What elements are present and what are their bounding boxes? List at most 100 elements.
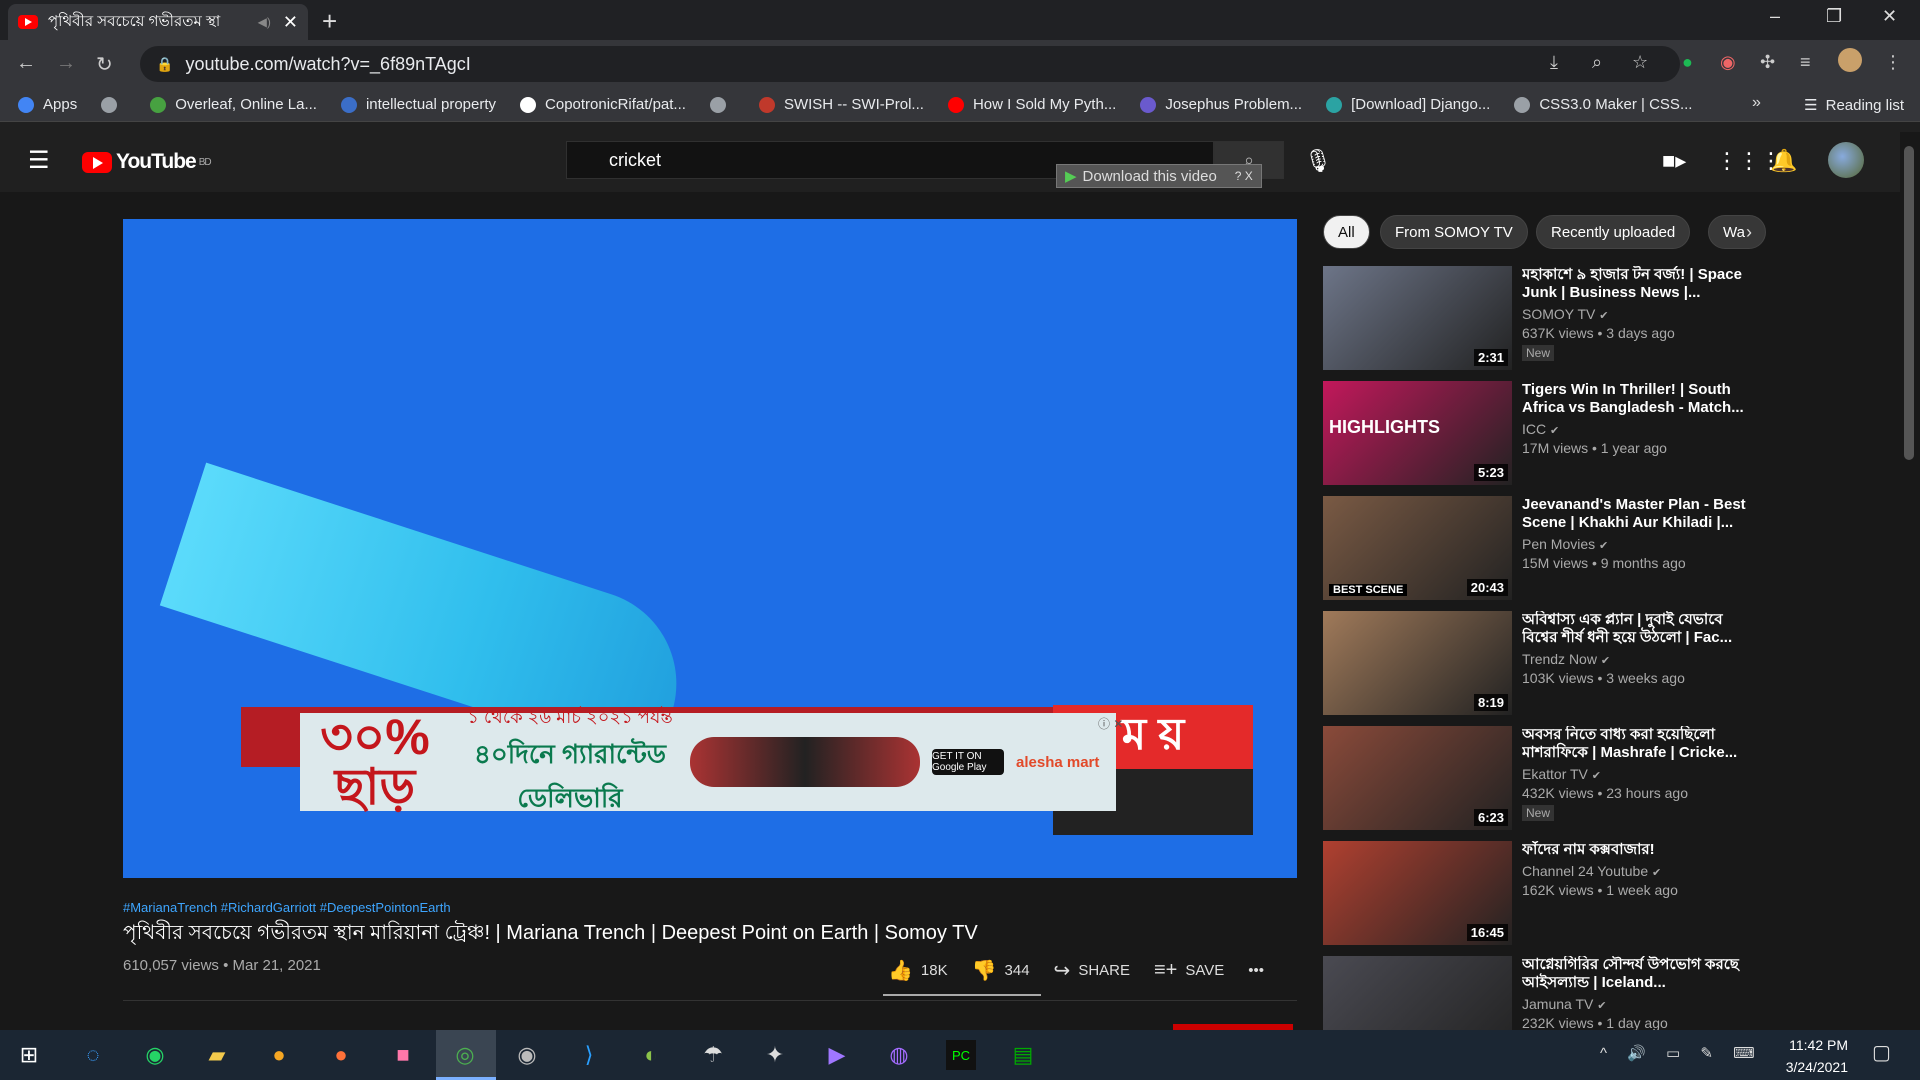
recommended-channel[interactable]: Jamuna TV ✔ xyxy=(1522,996,1752,1012)
profile-avatar[interactable] xyxy=(1838,48,1862,72)
microphone-icon[interactable]: 🎙 xyxy=(1304,148,1332,174)
chrome-icon[interactable]: ◎ xyxy=(450,1040,480,1070)
bookmark-item[interactable]: [Download] Django... xyxy=(1326,96,1490,113)
grammarly-extension-icon[interactable]: ● xyxy=(1682,52,1693,73)
recommended-title[interactable]: ফাঁদের নাম কক্সবাজার! xyxy=(1522,841,1752,859)
share-button[interactable]: ↪ SHARE xyxy=(1054,958,1130,983)
recommended-channel[interactable]: SOMOY TV ✔ xyxy=(1522,306,1752,322)
bookmark-item[interactable]: Josephus Problem... xyxy=(1140,96,1302,113)
bookmark-item[interactable] xyxy=(709,96,735,113)
filter-chip[interactable]: All xyxy=(1323,215,1370,249)
pycharm-icon[interactable]: PC xyxy=(946,1040,976,1070)
create-video-icon[interactable]: ■▸ xyxy=(1662,148,1686,174)
recommended-title[interactable]: অবসর নিতে বাধ্য করা হয়েছিলো মাশরাফিকে |… xyxy=(1522,726,1752,762)
video-thumbnail[interactable]: 16:45 xyxy=(1323,841,1512,945)
app-icon[interactable]: ✦ xyxy=(760,1040,790,1070)
bookmark-item[interactable]: How I Sold My Pyth... xyxy=(947,96,1116,113)
recommended-title[interactable]: মহাকাশে ৯ হাজার টন বর্জ্য! | Space Junk … xyxy=(1522,266,1752,302)
recommended-title[interactable]: অবিশ্বাস্য এক প্ল্যান | দুবাই যেভাবে বিশ… xyxy=(1522,611,1752,647)
filter-chip[interactable]: Recently uploaded xyxy=(1536,215,1691,249)
install-icon[interactable]: ⤓ xyxy=(1550,52,1558,73)
back-icon[interactable]: ← xyxy=(16,52,36,75)
video-thumbnail[interactable]: 2:31 xyxy=(1323,266,1512,370)
tab-close-button[interactable]: ✕ xyxy=(283,12,298,33)
video-player[interactable]: ম য় ৩০% ছাড় ১ থেকে ২৬ মার্চ ২০২১ পর্যন… xyxy=(123,219,1297,878)
video-thumbnail[interactable]: BEST SCENE 20:43 xyxy=(1323,496,1512,600)
download-helper-controls[interactable]: ? X xyxy=(1235,169,1253,183)
app-icon[interactable]: ■ xyxy=(388,1040,418,1070)
app-icon[interactable]: ◐ xyxy=(636,1040,666,1070)
new-tab-button[interactable]: + xyxy=(322,6,337,37)
youtube-logo[interactable]: YouTube BD xyxy=(82,150,212,174)
recommended-video[interactable]: BEST SCENE 20:43 Jeevanand's Master Plan -… xyxy=(1323,496,1763,600)
bookmark-item[interactable] xyxy=(101,96,126,113)
visual-studio-icon[interactable]: ▶ xyxy=(822,1040,852,1070)
bookmark-item[interactable]: SWISH -- SWI-Prol... xyxy=(758,96,924,113)
system-tray[interactable]: ^ 🔊 ▭ ✎ ⌨ xyxy=(1600,1044,1763,1062)
recommended-channel[interactable]: Ekattor TV ✔ xyxy=(1522,766,1752,782)
notification-center-icon[interactable]: ▢ xyxy=(1872,1040,1891,1065)
bookmark-star-icon[interactable]: ☆ xyxy=(1632,52,1648,73)
maximize-button[interactable]: ❐ xyxy=(1826,6,1842,27)
recommended-video[interactable]: 16:45 ফাঁদের নাম কক্সবাজার! Channel 24 You… xyxy=(1323,841,1763,945)
recommended-video[interactable]: 8:19 অবিশ্বাস্য এক প্ল্যান | দুবাই যেভাবে… xyxy=(1323,611,1763,715)
ad-close-icon[interactable]: ⓘ ✕ xyxy=(1098,715,1123,732)
windows-start-icon[interactable]: ⊞ xyxy=(14,1040,44,1070)
taskbar-clock[interactable]: 11:42 PM 3/24/2021 xyxy=(1768,1034,1848,1078)
recommended-channel[interactable]: ICC ✔ xyxy=(1522,421,1752,437)
lock-icon[interactable]: 🔒 xyxy=(156,56,173,73)
chevron-right-icon[interactable]: › xyxy=(1746,222,1752,243)
save-button[interactable]: ≡+ SAVE xyxy=(1154,959,1224,982)
video-thumbnail[interactable]: HIGHLIGHTS 5:23 xyxy=(1323,381,1512,485)
app-icon[interactable]: ● xyxy=(264,1040,294,1070)
github-icon[interactable]: ◉ xyxy=(512,1040,542,1070)
recommended-video[interactable]: 2:31 মহাকাশে ৯ হাজার টন বর্জ্য! | Space J… xyxy=(1323,266,1763,370)
file-explorer-icon[interactable]: ▰ xyxy=(202,1040,232,1070)
zoom-icon[interactable]: ⌕ xyxy=(1592,52,1602,73)
filter-chip[interactable]: Wa xyxy=(1708,215,1766,249)
minimize-button[interactable]: – xyxy=(1770,6,1780,27)
bookmark-item[interactable]: intellectual property xyxy=(340,96,496,113)
speaker-icon[interactable]: ◀) xyxy=(258,15,271,29)
app-icon[interactable]: ◌ xyxy=(78,1040,108,1070)
download-video-button[interactable]: ▶ Download this video ? X xyxy=(1056,164,1262,188)
bookmark-item[interactable]: Overleaf, Online La... xyxy=(150,96,317,113)
video-thumbnail[interactable]: 8:19 xyxy=(1323,611,1512,715)
notifications-bell-icon[interactable]: 🔔 xyxy=(1770,148,1797,174)
account-avatar[interactable] xyxy=(1828,142,1864,178)
video-thumbnail[interactable]: 6:23 xyxy=(1323,726,1512,830)
media-control-icon[interactable]: ≡ xyxy=(1800,52,1811,73)
bookmark-item[interactable]: CopotronicRifat/pat... xyxy=(520,96,686,113)
close-window-button[interactable]: ✕ xyxy=(1882,6,1897,27)
filter-chip[interactable]: From SOMOY TV xyxy=(1380,215,1528,249)
overlay-ad[interactable]: ৩০% ছাড় ১ থেকে ২৬ মার্চ ২০২১ পর্যন্ত ৪০… xyxy=(300,707,1116,813)
forward-icon[interactable]: → xyxy=(56,52,76,75)
chrome-menu-icon[interactable]: ⋮ xyxy=(1884,52,1902,73)
firefox-icon[interactable]: ● xyxy=(326,1040,356,1070)
recommended-channel[interactable]: Trendz Now ✔ xyxy=(1522,651,1752,667)
recommended-channel[interactable]: Pen Movies ✔ xyxy=(1522,536,1752,552)
messenger-icon[interactable]: ◍ xyxy=(884,1040,914,1070)
bookmark-item[interactable]: Apps xyxy=(18,96,77,113)
bookmark-item[interactable]: CSS3.0 Maker | CSS... xyxy=(1514,96,1692,113)
whatsapp-icon[interactable]: ◉ xyxy=(140,1040,170,1070)
google-play-badge[interactable]: GET IT ON Google Play xyxy=(932,749,1004,775)
reload-icon[interactable]: ↻ xyxy=(96,52,113,77)
more-actions-button[interactable]: ••• xyxy=(1248,962,1264,979)
recommended-title[interactable]: Tigers Win In Thriller! | South Africa v… xyxy=(1522,381,1752,417)
video-hashtags[interactable]: #MarianaTrench #RichardGarriott #Deepest… xyxy=(123,900,451,915)
hamburger-menu-icon[interactable]: ☰ xyxy=(28,146,50,175)
bookmarks-overflow-button[interactable]: » xyxy=(1752,94,1761,112)
scrollbar-thumb[interactable] xyxy=(1904,146,1914,460)
extension-icon[interactable]: ◉ xyxy=(1720,52,1736,73)
recommended-channel[interactable]: Channel 24 Youtube ✔ xyxy=(1522,863,1752,879)
address-bar[interactable]: 🔒 youtube.com/watch?v=_6f89nTAgcI xyxy=(140,46,1680,82)
recommended-title[interactable]: Jeevanand's Master Plan - Best Scene | K… xyxy=(1522,496,1752,532)
recommended-video[interactable]: HIGHLIGHTS 5:23 Tigers Win In Thriller! | … xyxy=(1323,381,1763,485)
reading-list-button[interactable]: ☰ Reading list xyxy=(1804,96,1904,114)
app-icon[interactable]: ▤ xyxy=(1008,1040,1038,1070)
recommended-video[interactable]: 6:23 অবসর নিতে বাধ্য করা হয়েছিলো মাশরাফি… xyxy=(1323,726,1763,830)
like-button[interactable]: 👍 18K xyxy=(888,958,948,983)
app-icon[interactable]: ☂ xyxy=(698,1040,728,1070)
extensions-puzzle-icon[interactable]: ✣ xyxy=(1760,52,1775,73)
